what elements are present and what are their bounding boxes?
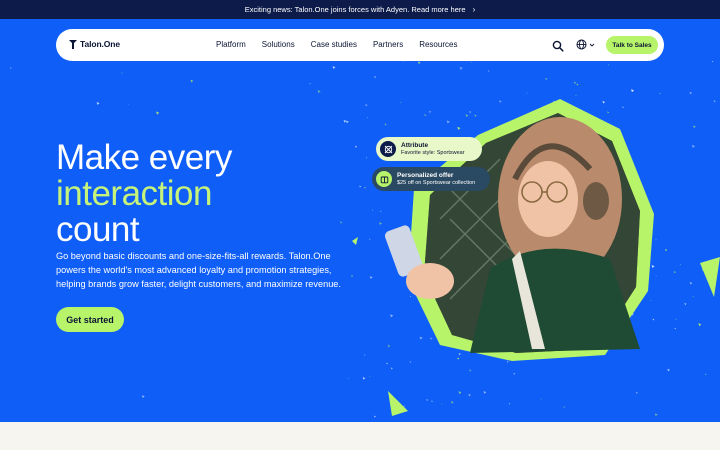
next-section (0, 422, 720, 450)
hero-subtext: Go beyond basic discounts and one-size-f… (56, 251, 341, 289)
offer-card: Personalized offer $25 off on Sportswear… (372, 167, 490, 191)
globe-icon (576, 39, 587, 50)
attribute-detail: Favorite style: Sportswear (401, 149, 465, 156)
headline-line-3: count (56, 210, 140, 249)
search-icon (552, 40, 564, 52)
logo-text: Talon.One (80, 39, 121, 49)
hero-section: Talon.One Platform Solutions Case studie… (0, 19, 720, 422)
hero-headline: Make every interaction count (56, 140, 232, 248)
attribute-card: Attribute Favorite style: Sportswear (376, 137, 482, 161)
nav-item-solutions[interactable]: Solutions (262, 40, 295, 49)
headline-line-1: Make every (56, 138, 232, 177)
nav-item-platform[interactable]: Platform (216, 40, 246, 49)
chevron-right-icon: › (472, 5, 476, 14)
chevron-down-icon (589, 43, 595, 47)
announcement-bar[interactable]: Exciting news: Talon.One joins forces wi… (0, 0, 720, 19)
gift-icon (380, 176, 388, 183)
search-button[interactable] (552, 39, 564, 52)
offer-detail: $25 off on Sportswear collection (397, 179, 476, 186)
nav-item-partners[interactable]: Partners (373, 40, 403, 49)
main-nav: Talon.One Platform Solutions Case studie… (56, 29, 664, 61)
headphone-cup (583, 182, 609, 220)
announcement-text[interactable]: Exciting news: Talon.One joins forces wi… (245, 5, 466, 14)
nav-links: Platform Solutions Case studies Partners… (216, 40, 457, 49)
target-icon (384, 145, 392, 153)
language-selector[interactable] (576, 39, 595, 50)
nav-item-case-studies[interactable]: Case studies (311, 40, 357, 49)
talk-to-sales-button[interactable]: Talk to Sales (606, 36, 658, 54)
talon-logo-icon (69, 39, 77, 49)
offer-icon-wrap (376, 171, 392, 187)
offer-title: Personalized offer (397, 171, 454, 179)
face (518, 161, 578, 237)
logo[interactable]: Talon.One (69, 39, 120, 49)
nav-item-resources[interactable]: Resources (419, 40, 457, 49)
attribute-title: Attribute (401, 141, 429, 149)
get-started-button[interactable]: Get started (56, 307, 124, 332)
attribute-icon-wrap (380, 141, 396, 157)
headline-accent: interaction (56, 174, 212, 213)
hand (406, 263, 454, 299)
